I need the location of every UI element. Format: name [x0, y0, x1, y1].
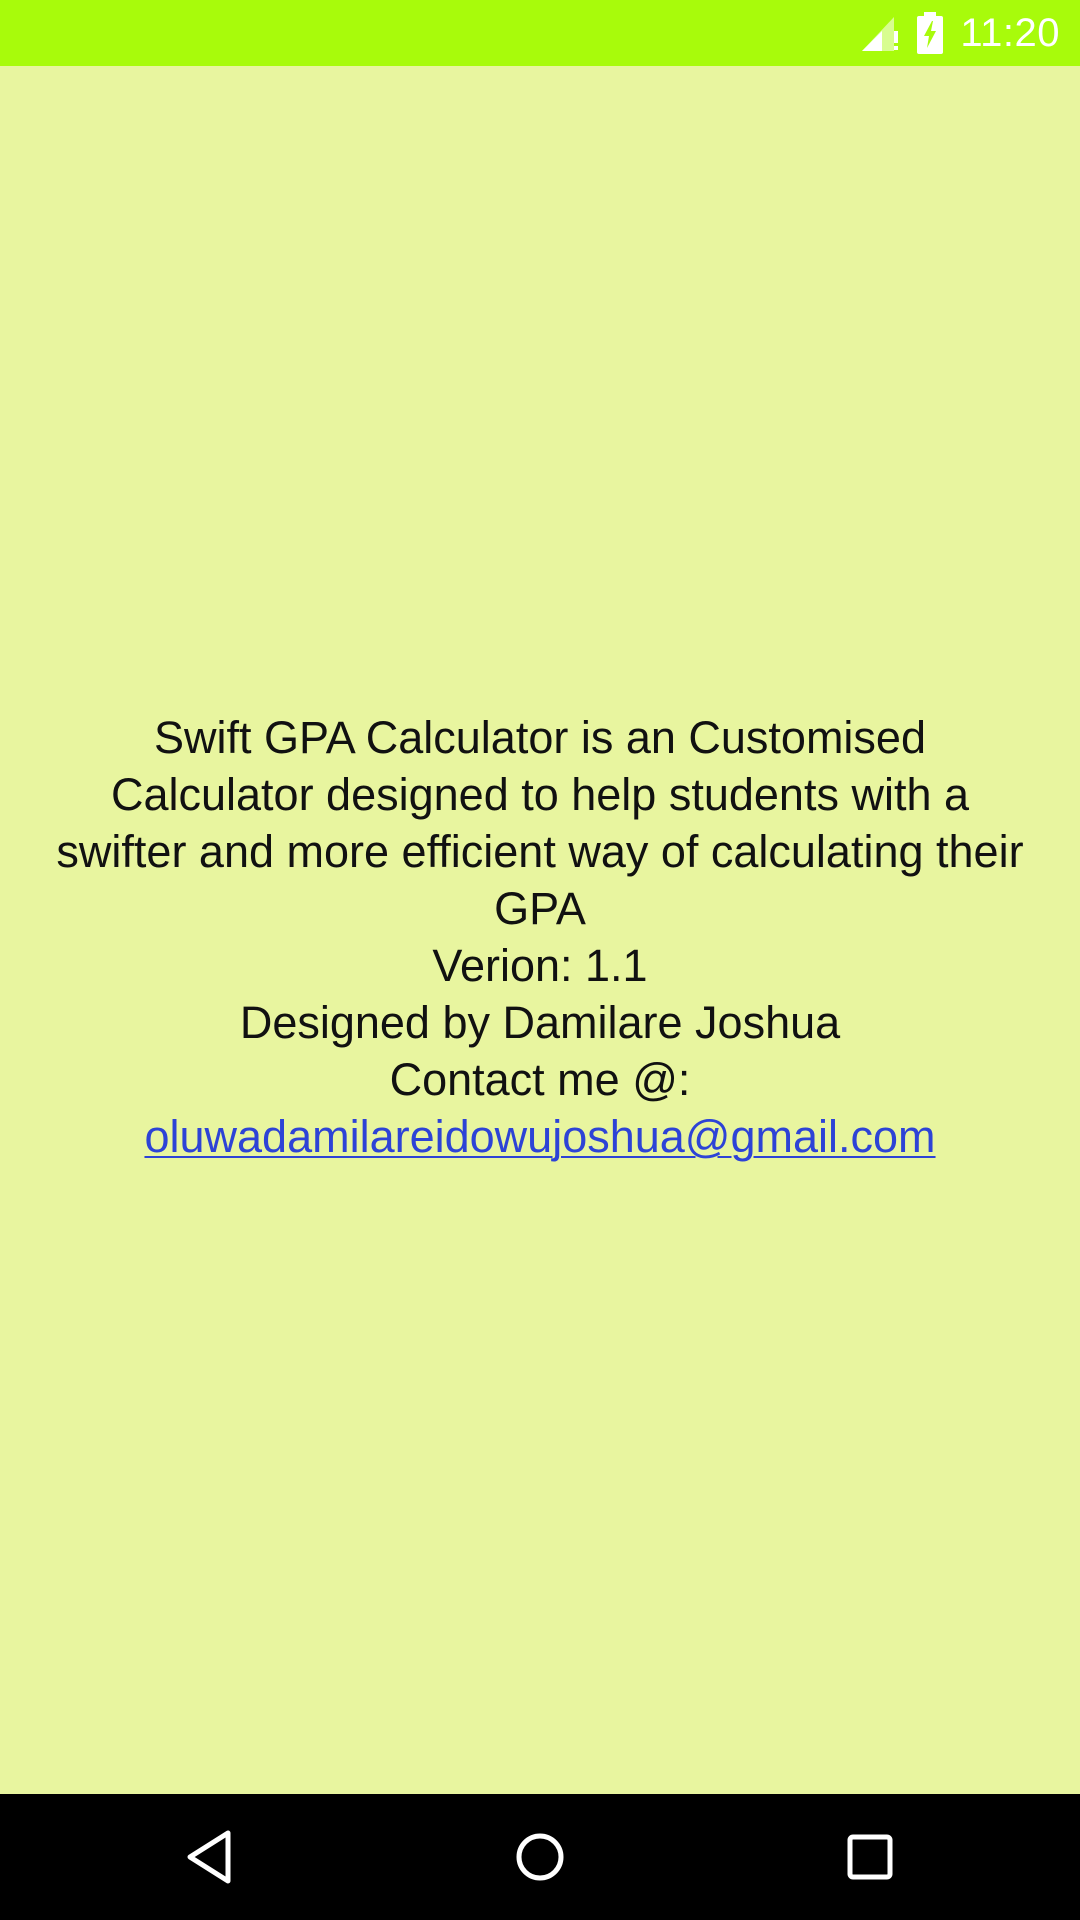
contact-label: Contact me @:: [389, 1054, 691, 1105]
back-icon: [184, 1829, 236, 1885]
about-text-block: Swift GPA Calculator is an Customised Ca…: [50, 709, 1030, 1165]
battery-charging-icon: [916, 12, 944, 54]
status-time: 11:20: [960, 10, 1060, 55]
signal-icon: [860, 13, 900, 53]
status-icons: 11:20: [860, 0, 1060, 66]
designer-text: Designed by Damilare Joshua: [239, 997, 841, 1048]
recents-icon: [846, 1833, 894, 1881]
status-bar: 11:20: [0, 0, 1080, 66]
recents-button[interactable]: [805, 1794, 935, 1920]
home-icon: [514, 1831, 566, 1883]
back-button[interactable]: [145, 1794, 275, 1920]
about-content: Swift GPA Calculator is an Customised Ca…: [0, 66, 1080, 1794]
app-description: Swift GPA Calculator is an Customised Ca…: [56, 712, 1024, 934]
email-link[interactable]: oluwadamilareidowujoshua@gmail.com: [50, 1108, 1030, 1165]
home-button[interactable]: [475, 1794, 605, 1920]
navigation-bar: [0, 1794, 1080, 1920]
version-text: Verion: 1.1: [432, 940, 648, 991]
